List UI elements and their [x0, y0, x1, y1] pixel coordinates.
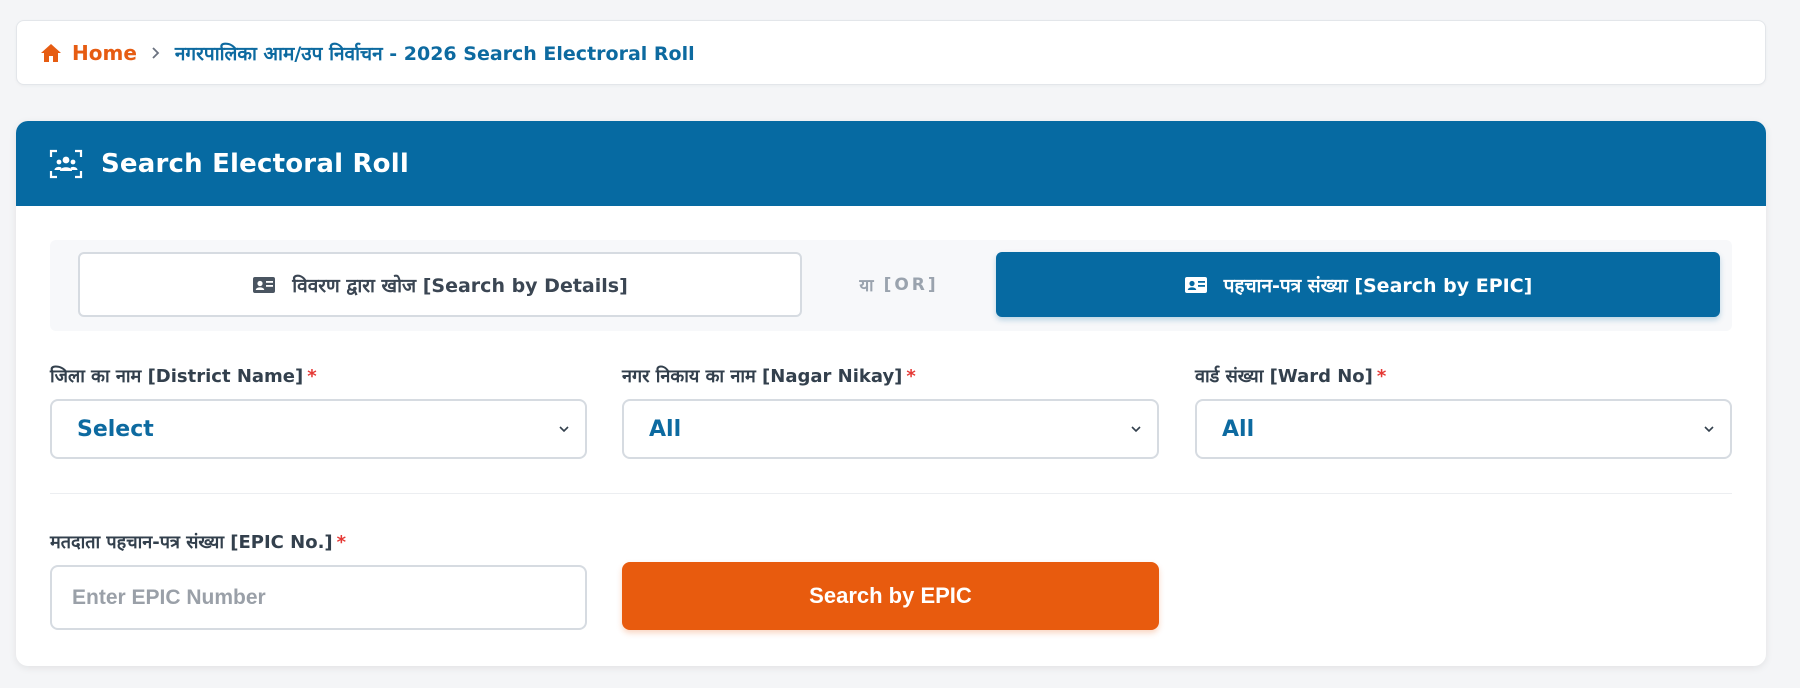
required-marker: * — [1376, 366, 1387, 387]
district-select-value: Select — [77, 416, 154, 442]
section-divider — [50, 493, 1732, 494]
nagar-nikay-label: नगर निकाय का नाम [Nagar Nikay] * — [622, 366, 916, 387]
required-marker: * — [906, 366, 916, 387]
nagar-nikay-select-value: All — [649, 416, 682, 442]
breadcrumb-current: नगरपालिका आम/उप निर्वाचन - 2026 Search E… — [174, 42, 695, 65]
chevron-right-icon — [149, 46, 163, 60]
required-marker: * — [307, 366, 317, 387]
district-select[interactable]: Select — [50, 399, 587, 459]
ward-label: वार्ड संख्या [Ward No] * — [1195, 366, 1387, 387]
chevron-down-icon — [1131, 426, 1141, 433]
breadcrumb-home-link[interactable]: Home — [39, 41, 137, 65]
search-by-epic-tab-label: पहचान-पत्र संख्या [Search by EPIC] — [1223, 274, 1533, 297]
search-electoral-roll-card: Search Electoral Roll विवरण द्वारा खोज [… — [16, 121, 1766, 666]
breadcrumb: Home नगरपालिका आम/उप निर्वाचन - 2026 Sea… — [16, 20, 1766, 85]
users-scan-icon — [49, 149, 83, 178]
or-separator: या [OR] — [802, 252, 996, 317]
chevron-down-icon — [559, 426, 569, 433]
ward-select[interactable]: All — [1195, 399, 1732, 459]
card-header: Search Electoral Roll — [16, 121, 1766, 206]
search-by-epic-button[interactable]: Search by EPIC — [622, 562, 1159, 630]
district-label: जिला का नाम [District Name] * — [50, 366, 317, 387]
search-by-details-button[interactable]: विवरण द्वारा खोज [Search by Details] — [78, 252, 802, 317]
home-icon — [41, 43, 61, 62]
nagar-nikay-select[interactable]: All — [622, 399, 1159, 459]
ward-select-value: All — [1222, 416, 1255, 442]
search-mode-toggle: विवरण द्वारा खोज [Search by Details] या … — [50, 240, 1732, 331]
card-title: Search Electoral Roll — [101, 148, 409, 179]
search-by-details-label: विवरण द्वारा खोज [Search by Details] — [292, 274, 628, 297]
chevron-down-icon — [1704, 426, 1714, 433]
or-hindi: या — [859, 276, 874, 296]
id-card-icon — [253, 276, 276, 293]
id-card-icon — [1184, 276, 1207, 293]
epic-number-input[interactable] — [50, 565, 587, 630]
or-english: [OR] — [883, 274, 939, 295]
search-by-epic-tab[interactable]: पहचान-पत्र संख्या [Search by EPIC] — [996, 252, 1720, 317]
breadcrumb-home-label: Home — [72, 40, 137, 65]
required-marker: * — [336, 532, 347, 553]
epic-label: मतदाता पहचान-पत्र संख्या [EPIC No.] * — [50, 532, 347, 553]
